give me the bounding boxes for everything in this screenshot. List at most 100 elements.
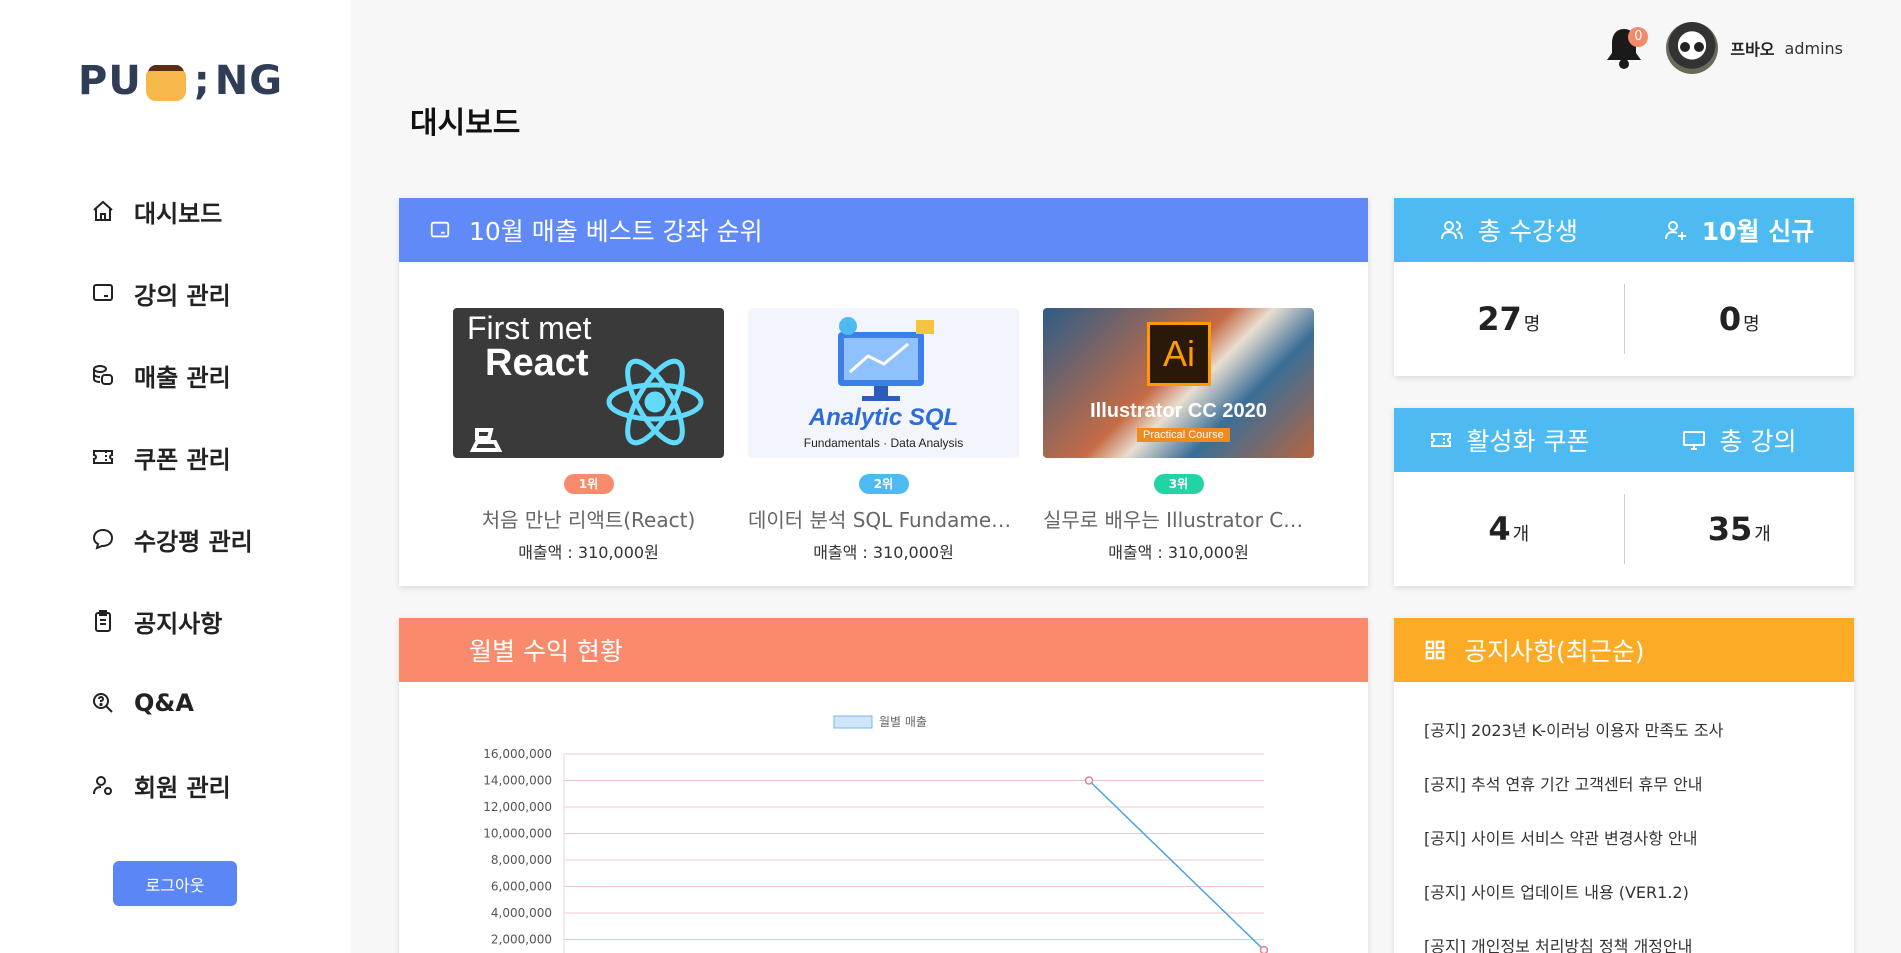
best-courses-title: 10월 매출 베스트 강좌 순위 bbox=[469, 217, 763, 246]
new-students-header: 10월 신규 bbox=[1624, 212, 1854, 248]
y-tick-label: 12,000,000 bbox=[483, 800, 552, 814]
clipboard-icon bbox=[90, 608, 116, 634]
sidebar-item-dashboard[interactable]: 대시보드 bbox=[90, 170, 330, 252]
grid-icon bbox=[1424, 638, 1448, 662]
notices-card: 공지사항(최근순) [공지] 2023년 K-이러닝 이용자 만족도 조사 [공… bbox=[1394, 618, 1854, 953]
analytics-illustration-icon bbox=[838, 317, 934, 401]
ticket-icon bbox=[90, 444, 116, 470]
revenue-chart-title: 월별 수익 현황 bbox=[469, 637, 623, 666]
course-card-2[interactable]: Analytic SQL Fundamentals · Data Analysi… bbox=[748, 308, 1019, 563]
students-stat-card: 총 수강생 10월 신규 27 명 0명 bbox=[1394, 198, 1854, 376]
notice-item[interactable]: [공지] 추석 연휴 기간 고객센터 휴무 안내 bbox=[1424, 756, 1854, 810]
coupons-stat-header: 활성화 쿠폰 총 강의 bbox=[1394, 408, 1854, 472]
sidebar-item-members[interactable]: 회원 관리 bbox=[90, 744, 330, 826]
total-courses-header: 총 강의 bbox=[1624, 422, 1854, 458]
notices-header: 공지사항(최근순) bbox=[1394, 618, 1854, 682]
best-courses-card: 10월 매출 베스트 강좌 순위 First met React 1위 처음 만… bbox=[399, 198, 1368, 586]
coins-icon bbox=[90, 362, 116, 388]
chat-bubble-icon bbox=[90, 526, 116, 552]
stat-number: 27 bbox=[1477, 300, 1522, 338]
notification-count-badge: 0 bbox=[1628, 27, 1649, 47]
course-title[interactable]: 데이터 분석 SQL Fundamen... bbox=[748, 504, 1019, 533]
sidebar-item-label: 매출 관리 bbox=[134, 363, 231, 392]
coupons-stat-card: 활성화 쿠폰 총 강의 4개 35 개 bbox=[1394, 408, 1854, 586]
publisher-logo-icon bbox=[469, 428, 503, 452]
sidebar-item-notices[interactable]: 공지사항 bbox=[90, 580, 330, 662]
react-logo-icon bbox=[606, 358, 704, 446]
thumb-text: Practical Course bbox=[1137, 428, 1230, 442]
y-tick-label: 2,000,000 bbox=[491, 933, 552, 947]
sidebar-nav: 대시보드 강의 관리 매출 관리 쿠폰 관리 수강평 관리 공지사항 Q&A 회… bbox=[90, 170, 330, 826]
legend-label: 월별 매출 bbox=[879, 715, 927, 729]
illustrator-logo-icon: Ai bbox=[1147, 322, 1211, 386]
sidebar-item-label: Q&A bbox=[134, 689, 194, 717]
stat-number: 35 bbox=[1707, 510, 1753, 548]
revenue-chart-card: 월별 수익 현황 월별 매출 16,000,000 14,000,000 12,000… bbox=[399, 618, 1368, 953]
course-card-1[interactable]: First met React 1위 처음 만난 리액트(React) 매출액 … bbox=[453, 308, 724, 563]
total-students-header: 총 수강생 bbox=[1394, 212, 1624, 248]
course-list: First met React 1위 처음 만난 리액트(React) 매출액 … bbox=[453, 308, 1338, 563]
data-point bbox=[1259, 945, 1269, 953]
course-card-3[interactable]: Ai Illustrator CC 2020 Practical Course … bbox=[1043, 308, 1314, 563]
brand-logo[interactable]: PU ; NG bbox=[78, 56, 283, 106]
stat-unit: 명 bbox=[1743, 314, 1760, 335]
stat-number: 4 bbox=[1488, 510, 1511, 548]
logout-button[interactable]: 로그아웃 bbox=[113, 861, 237, 906]
stat-unit: 개 bbox=[1512, 524, 1530, 545]
best-courses-header: 10월 매출 베스트 강좌 순위 bbox=[399, 198, 1368, 262]
page-title: 대시보드 bbox=[410, 106, 521, 141]
students-stat-body: 27 명 0명 bbox=[1394, 262, 1854, 376]
rank-badge: 2위 bbox=[858, 474, 909, 494]
stat-number: 0 bbox=[1718, 300, 1742, 338]
user-settings-icon bbox=[90, 772, 116, 798]
home-icon bbox=[90, 198, 116, 224]
stat-unit: 개 bbox=[1754, 524, 1771, 545]
notification-button[interactable]: 0 bbox=[1604, 25, 1649, 71]
thumb-text: Illustrator CC 2020 bbox=[1090, 400, 1267, 422]
avatar[interactable] bbox=[1666, 22, 1719, 74]
total-courses-label: 총 강의 bbox=[1719, 427, 1797, 456]
sidebar-item-coupons[interactable]: 쿠폰 관리 bbox=[90, 416, 330, 498]
course-thumbnail[interactable]: Analytic SQL Fundamentals · Data Analysi… bbox=[748, 308, 1019, 458]
course-thumbnail[interactable]: First met React bbox=[453, 308, 724, 458]
sidebar-item-qna[interactable]: Q&A bbox=[90, 662, 330, 744]
y-tick-label: 10,000,000 bbox=[483, 827, 552, 841]
sidebar-item-label: 강의 관리 bbox=[134, 281, 231, 310]
sidebar-item-courses[interactable]: 강의 관리 bbox=[90, 252, 330, 334]
notice-item[interactable]: [공지] 개인정보 처리방침 정책 개정안내 bbox=[1424, 918, 1854, 953]
total-students-label: 총 수강생 bbox=[1478, 217, 1578, 246]
notice-item[interactable]: [공지] 사이트 업데이트 내용 (VER1.2) bbox=[1424, 864, 1854, 918]
desktop-icon bbox=[1682, 428, 1706, 452]
stat-unit: 명 bbox=[1523, 314, 1541, 335]
course-sales: 매출액 : 310,000원 bbox=[1108, 543, 1249, 562]
sidebar-item-reviews[interactable]: 수강평 관리 bbox=[90, 498, 330, 580]
sidebar-item-label: 대시보드 bbox=[134, 199, 223, 228]
active-coupons-label: 활성화 쿠폰 bbox=[1466, 427, 1590, 456]
revenue-line-chart: 월별 매출 16,000,000 14,000,000 12,000,000 10,00… bbox=[483, 715, 1269, 953]
thumb-text: Fundamentals · Data Analysis bbox=[803, 436, 964, 450]
sidebar-item-sales[interactable]: 매출 관리 bbox=[90, 334, 330, 416]
course-thumbnail[interactable]: Ai Illustrator CC 2020 Practical Course bbox=[1043, 308, 1314, 458]
logo-text-left: PU bbox=[78, 58, 142, 104]
series-line bbox=[1088, 779, 1265, 951]
sidebar-item-label: 공지사항 bbox=[134, 609, 223, 638]
sidebar-item-label: 수강평 관리 bbox=[134, 527, 253, 556]
user-role: admins bbox=[1784, 38, 1843, 58]
thumb-text: React bbox=[485, 342, 589, 384]
y-tick-label: 6,000,000 bbox=[491, 880, 552, 894]
course-title[interactable]: 실무로 배우는 Illustrator CC... bbox=[1043, 504, 1314, 533]
notice-list: [공지] 2023년 K-이러닝 이용자 만족도 조사 [공지] 추석 연휴 기… bbox=[1394, 682, 1854, 953]
y-tick-label: 16,000,000 bbox=[483, 747, 552, 761]
legend-swatch bbox=[833, 715, 873, 729]
course-title[interactable]: 처음 만난 리액트(React) bbox=[453, 504, 724, 533]
logo-semicolon: ; bbox=[193, 58, 211, 104]
sidebar: PU ; NG 대시보드 강의 관리 매출 관리 쿠폰 관리 수강평 관리 공지… bbox=[0, 0, 350, 953]
revenue-chart-header: 월별 수익 현황 bbox=[399, 618, 1368, 703]
user-header: 0 프바오 admins bbox=[1604, 22, 1843, 74]
coupons-stat-body: 4개 35 개 bbox=[1394, 472, 1854, 586]
notice-item[interactable]: [공지] 2023년 K-이러닝 이용자 만족도 조사 bbox=[1424, 702, 1854, 756]
notice-item[interactable]: [공지] 사이트 서비스 약관 변경사항 안내 bbox=[1424, 810, 1854, 864]
y-tick-label: 14,000,000 bbox=[483, 774, 552, 788]
search-question-icon bbox=[90, 690, 116, 716]
data-point bbox=[1084, 776, 1094, 785]
